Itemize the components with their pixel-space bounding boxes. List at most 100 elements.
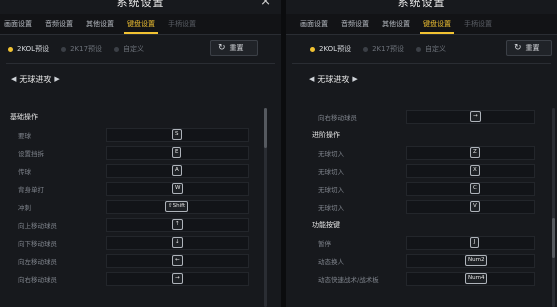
preset-2kol[interactable]: 2KOL预设 xyxy=(8,44,49,54)
key-cap: W xyxy=(172,183,184,194)
keybind-row[interactable]: 要球 S xyxy=(0,126,281,144)
section-title-function: 功能按键 xyxy=(312,221,340,229)
keybinding-list: 基础操作 要球 S 设置挡拆 E 传球 A 背身单打 W 冲刺 ⇧Shift 向上移动球员… xyxy=(0,108,281,288)
tab-audio[interactable]: 音频设置 xyxy=(45,14,73,34)
preset-selector: 2KOL预设 2K17预设 自定义 ↻ 重置 xyxy=(286,35,557,63)
action-label: 动态换人 xyxy=(318,258,344,266)
preset-label: 自定义 xyxy=(425,45,447,53)
close-icon[interactable]: × xyxy=(260,0,271,9)
keybind-row[interactable]: 向上移动球员 ↑ xyxy=(0,216,281,234)
keybind-row[interactable]: 向右移动球员 → xyxy=(0,270,281,288)
reset-button[interactable]: ↻ 重置 xyxy=(210,40,258,56)
title-bar: 系统设置 × xyxy=(0,0,281,14)
tab-gamepad[interactable]: 手柄设置 xyxy=(168,14,196,34)
radio-dot-icon xyxy=(114,46,120,52)
radio-dot-icon xyxy=(61,46,67,52)
tab-other[interactable]: 其他设置 xyxy=(382,14,410,34)
action-label: 向上移动球员 xyxy=(18,222,57,230)
key-cap: A xyxy=(172,165,182,176)
reset-button[interactable]: ↻ 重置 xyxy=(506,40,552,56)
preset-label: 2K17预设 xyxy=(372,45,405,53)
radio-dot-icon xyxy=(8,46,13,52)
refresh-icon: ↻ xyxy=(218,43,226,53)
key-cap: E xyxy=(172,147,182,158)
action-label: 传球 xyxy=(18,168,31,176)
action-label: 无球切入 xyxy=(318,168,344,176)
keybind-row[interactable]: 无球切入 Z xyxy=(286,144,557,162)
scrollbar-thumb[interactable] xyxy=(552,218,555,258)
tab-keyboard[interactable]: 键盘设置 xyxy=(124,14,158,34)
action-label: 暂停 xyxy=(318,240,331,248)
keybind-row[interactable]: 背身单打 W xyxy=(0,180,281,198)
action-label: 无球切入 xyxy=(318,150,344,158)
prev-mode-icon[interactable]: ◀ xyxy=(309,75,314,83)
keybind-row[interactable]: 无球切入 X xyxy=(286,162,557,180)
key-cap: Num2 xyxy=(465,255,488,266)
keybind-row[interactable]: 无球切入 V xyxy=(286,198,557,216)
preset-label: 2KOL预设 xyxy=(17,45,50,53)
preset-2k17[interactable]: 2K17预设 xyxy=(61,44,102,54)
action-label: 无球切入 xyxy=(318,204,344,212)
next-mode-icon[interactable]: ▶ xyxy=(54,75,59,83)
divider xyxy=(6,63,275,64)
action-label: 要球 xyxy=(18,132,31,140)
tab-gamepad[interactable]: 手柄设置 xyxy=(464,14,492,34)
key-cap: C xyxy=(470,183,480,194)
keybind-row[interactable]: 设置挡拆 E xyxy=(0,144,281,162)
divider xyxy=(292,63,551,64)
tab-graphics[interactable]: 画面设置 xyxy=(4,14,32,34)
prev-mode-icon[interactable]: ◀ xyxy=(11,75,16,83)
key-cap: ⇧Shift xyxy=(165,201,189,212)
tab-audio[interactable]: 音频设置 xyxy=(341,14,369,34)
window-title: 系统设置 xyxy=(397,0,446,9)
tab-graphics[interactable]: 画面设置 xyxy=(300,14,328,34)
key-cap: ↑ xyxy=(172,219,183,230)
keybind-row[interactable]: 向下移动球员 ↓ xyxy=(0,234,281,252)
settings-window-left: 系统设置 × 画面设置 音频设置 其他设置 键盘设置 手柄设置 2KOL预设 2… xyxy=(0,0,281,307)
mode-label: 无球进攻 xyxy=(19,74,52,84)
tab-keyboard[interactable]: 键盘设置 xyxy=(420,14,454,34)
scrollbar[interactable] xyxy=(264,108,267,307)
key-cap: X xyxy=(470,165,480,176)
preset-label: 2KOL预设 xyxy=(319,45,352,53)
radio-dot-icon xyxy=(416,46,422,52)
tab-other[interactable]: 其他设置 xyxy=(86,14,114,34)
preset-custom[interactable]: 自定义 xyxy=(416,44,446,54)
keybind-row[interactable]: 暂停 J xyxy=(286,234,557,252)
keybind-row[interactable]: 无球切入 C xyxy=(286,180,557,198)
preset-2kol[interactable]: 2KOL预设 xyxy=(310,44,351,54)
radio-dot-icon xyxy=(310,46,315,52)
section-title-advanced: 进阶操作 xyxy=(312,131,340,139)
section-title-basic: 基础操作 xyxy=(10,113,38,121)
preset-label: 2K17预设 xyxy=(70,45,103,53)
action-label: 背身单打 xyxy=(18,186,44,194)
keybind-row[interactable]: 传球 A xyxy=(0,162,281,180)
next-mode-icon[interactable]: ▶ xyxy=(352,75,357,83)
action-label: 动态快速战术/战术板 xyxy=(318,276,379,284)
keybind-row[interactable]: 向左移动球员 ← xyxy=(0,252,281,270)
key-cap: ← xyxy=(172,255,183,266)
settings-tabs: 画面设置 音频设置 其他设置 键盘设置 手柄设置 xyxy=(0,14,281,35)
action-label: 向下移动球员 xyxy=(18,240,57,248)
keybind-row[interactable]: 冲刺 ⇧Shift xyxy=(0,198,281,216)
scrollbar[interactable] xyxy=(552,108,555,307)
keybind-row[interactable]: 动态换人 Num2 xyxy=(286,252,557,270)
key-cap: Num4 xyxy=(465,273,488,284)
settings-tabs: 画面设置 音频设置 其他设置 键盘设置 手柄设置 xyxy=(286,14,557,35)
mode-switcher: ◀ 无球进攻 ▶ xyxy=(0,68,281,90)
action-label: 冲刺 xyxy=(18,204,31,212)
key-cap: V xyxy=(470,201,480,212)
keybind-row[interactable]: 向右移动球员 → xyxy=(286,108,557,126)
refresh-icon: ↻ xyxy=(514,43,522,53)
action-label: 向右移动球员 xyxy=(18,276,57,284)
preset-selector: 2KOL预设 2K17预设 自定义 ↻ 重置 xyxy=(0,35,281,63)
key-cap: Z xyxy=(470,147,480,158)
radio-dot-icon xyxy=(363,46,369,52)
key-cap: S xyxy=(172,129,182,140)
preset-2k17[interactable]: 2K17预设 xyxy=(363,44,404,54)
title-bar: 系统设置 xyxy=(286,0,557,14)
preset-custom[interactable]: 自定义 xyxy=(114,44,144,54)
keybind-row[interactable]: 动态快速战术/战术板 Num4 xyxy=(286,270,557,288)
scrollbar-thumb[interactable] xyxy=(264,108,267,148)
reset-label: 重置 xyxy=(525,44,540,52)
